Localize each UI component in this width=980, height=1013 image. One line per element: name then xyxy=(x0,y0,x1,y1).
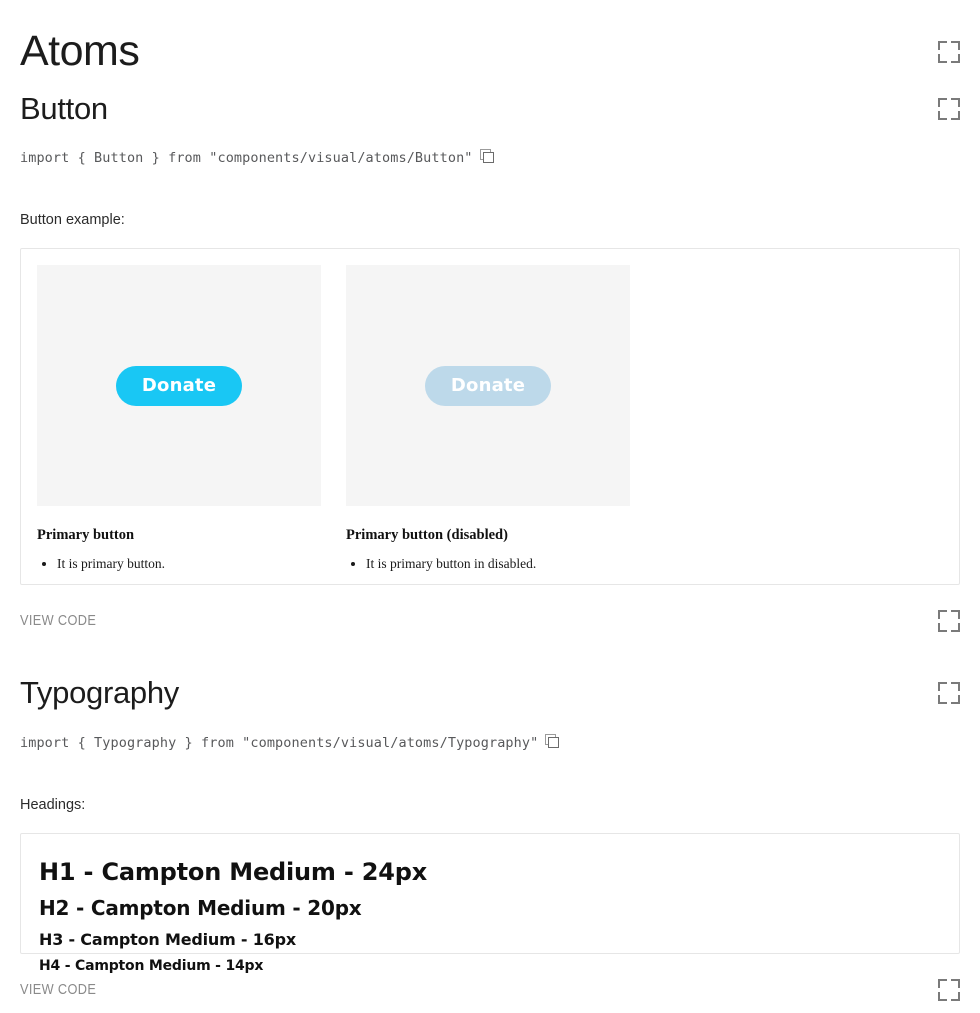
example-card-typography: H1 - Campton Medium - 24px H2 - Campton … xyxy=(20,833,960,974)
expand-icon[interactable] xyxy=(938,979,960,1001)
import-row-typography: import { Typography } from "components/v… xyxy=(20,734,960,751)
demo-primary-button-disabled: Donate Primary button (disabled) It is p… xyxy=(346,265,630,578)
section-header-typography: Typography xyxy=(20,675,960,710)
list-item: It is primary button. xyxy=(57,556,321,572)
donate-button-disabled: Donate xyxy=(424,365,552,406)
expand-icon[interactable] xyxy=(938,682,960,705)
example-label-typography: Headings: xyxy=(20,797,960,813)
example-card-button: Donate Primary button It is primary butt… xyxy=(20,248,960,585)
example-label-button: Button example: xyxy=(20,212,960,228)
copy-icon[interactable] xyxy=(479,149,494,163)
import-statement: import { Typography } from "components/v… xyxy=(20,735,539,751)
donate-button-primary[interactable]: Donate xyxy=(115,365,243,406)
copy-icon[interactable] xyxy=(545,734,560,748)
section-header-button: Button xyxy=(20,91,960,126)
page-title: Atoms xyxy=(20,27,140,75)
demo-title: Primary button xyxy=(37,527,135,543)
heading-sample-h4: H4 - Campton Medium - 14px xyxy=(39,957,264,974)
demo-title: Primary button (disabled) xyxy=(346,527,508,543)
page-root: Atoms Button import { Button } from "com… xyxy=(0,0,980,1013)
demo-bullet-list: It is primary button. xyxy=(37,556,321,572)
example-label-text: Headings: xyxy=(20,797,86,813)
expand-icon[interactable] xyxy=(938,98,960,121)
import-row-button: import { Button } from "components/visua… xyxy=(20,149,960,166)
list-item: It is primary button in disabled. xyxy=(366,556,630,572)
demo-primary-button: Donate Primary button It is primary butt… xyxy=(37,265,321,578)
example-label-text: Button example: xyxy=(20,212,125,228)
demo-stage: Donate xyxy=(37,265,321,506)
view-code-row-typography: VIEW CODE xyxy=(20,979,960,1001)
heading-sample-h2: H2 - Campton Medium - 20px xyxy=(39,896,362,921)
demo-stage: Donate xyxy=(346,265,630,506)
expand-icon[interactable] xyxy=(938,40,960,63)
view-code-button[interactable]: VIEW CODE xyxy=(20,982,96,998)
section-title-button: Button xyxy=(20,91,108,126)
view-code-row-button: VIEW CODE xyxy=(20,610,960,632)
heading-sample-h3: H3 - Campton Medium - 16px xyxy=(39,930,296,950)
section-title-typography: Typography xyxy=(20,675,179,710)
card-body: Donate Primary button It is primary butt… xyxy=(21,249,959,594)
page-title-row: Atoms xyxy=(20,27,960,75)
import-statement: import { Button } from "components/visua… xyxy=(20,150,473,166)
expand-icon[interactable] xyxy=(938,610,960,632)
demo-bullet-list: It is primary button in disabled. xyxy=(346,556,630,572)
heading-sample-h1: H1 - Campton Medium - 24px xyxy=(39,858,428,886)
view-code-button[interactable]: VIEW CODE xyxy=(20,613,96,629)
card-body: H1 - Campton Medium - 24px H2 - Campton … xyxy=(21,834,959,996)
